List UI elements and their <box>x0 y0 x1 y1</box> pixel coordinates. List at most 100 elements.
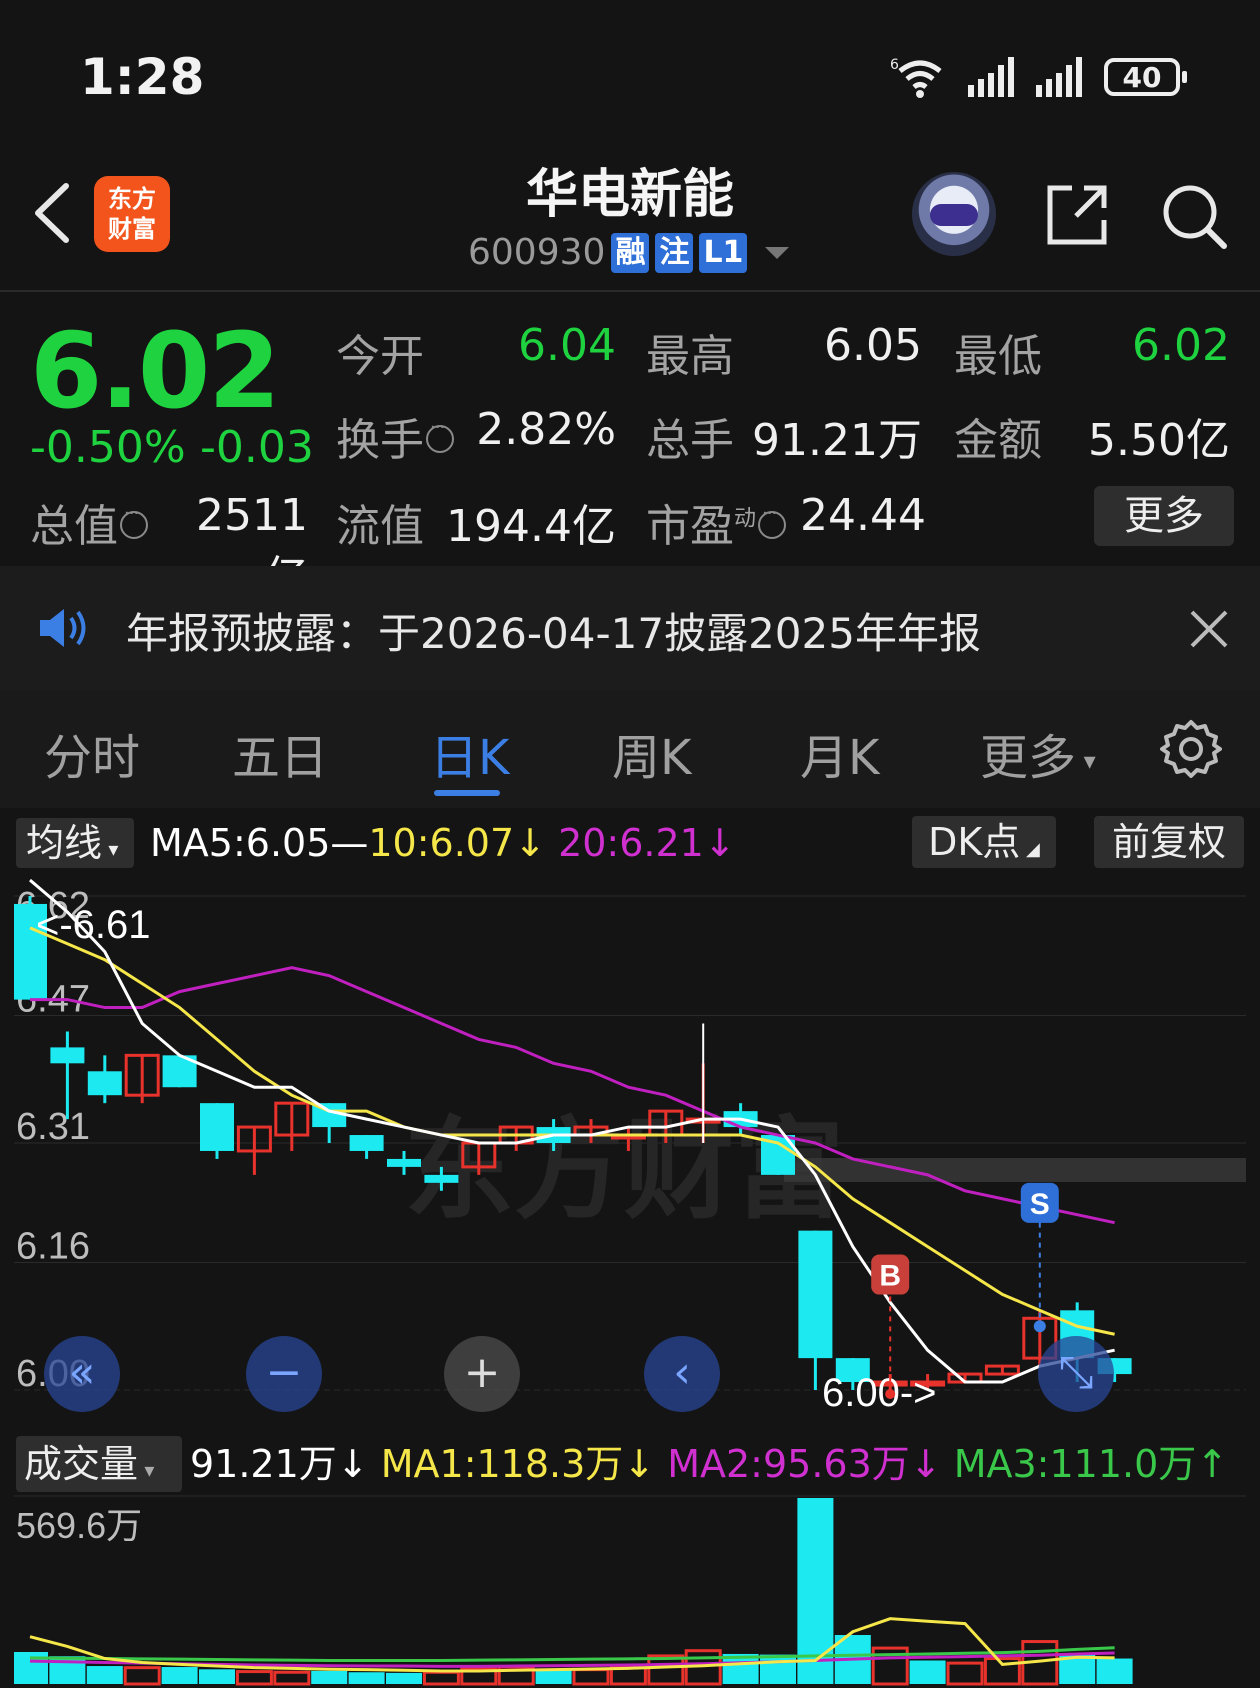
buy-marker-dot <box>885 1389 896 1399</box>
pressure-band <box>784 1158 1246 1182</box>
float-mv-value: 194.4亿 <box>446 501 616 552</box>
turnover-label[interactable]: 换手 <box>336 404 454 468</box>
stock-code-row[interactable]: 600930 融 注 L1 <box>468 232 790 273</box>
info-icon <box>758 503 787 539</box>
volume-ma2: MA2:95.63万↓ <box>667 1442 942 1486</box>
status-time: 1:28 <box>80 48 205 106</box>
volume-ma1: MA1:118.3万↓ <box>380 1442 656 1486</box>
volume-bar <box>86 1666 123 1684</box>
high-value: 6.05 <box>824 320 922 371</box>
open-value: 6.04 <box>518 320 616 371</box>
volume-bar <box>273 1670 311 1686</box>
y-tick-label: 6.16 <box>16 1226 90 1268</box>
notice-text: 年报预披露：于2026-04-17披露2025年年报 <box>126 609 981 658</box>
signal-icon-2 <box>1036 57 1082 97</box>
ma5-value: MA5:6.05— <box>150 821 369 865</box>
change-percent: -0.50% <box>30 422 186 473</box>
volume-bar <box>946 1661 984 1686</box>
sell-marker-label: S <box>1030 1188 1050 1221</box>
volume-label: 总手 <box>646 415 734 466</box>
volume-ma3: MA3:111.0万↑ <box>953 1442 1229 1486</box>
candle-body <box>87 1071 122 1096</box>
volume-legend: 91.21万↓ MA1:118.3万↓ MA2:95.63万↓ MA3:111.… <box>190 1436 1228 1492</box>
more-button[interactable]: 更多 <box>1094 486 1234 546</box>
share-icon[interactable] <box>1042 180 1112 250</box>
low-label: 最低 <box>954 331 1042 382</box>
candle-body <box>50 1047 85 1064</box>
volume-bar <box>199 1669 235 1684</box>
y-tick-label: 6.31 <box>16 1106 90 1148</box>
volume-bar <box>311 1670 348 1684</box>
signal-icon-1 <box>968 57 1014 97</box>
ma10-value: 10:6.07↓ <box>368 821 546 865</box>
volume-bar <box>348 1672 385 1684</box>
open-label: 今开 <box>336 331 424 382</box>
tab-daily-k[interactable]: 日K <box>430 718 509 788</box>
change-amount: -0.03 <box>200 422 314 473</box>
volume-bar <box>235 1670 273 1686</box>
zoom-in-icon[interactable]: + <box>444 1336 520 1412</box>
volume-value: 91.21万↓ <box>190 1442 369 1486</box>
tag-margin: 融 <box>611 232 650 273</box>
volume-bar <box>572 1668 610 1686</box>
pe-sup: 动 <box>734 506 757 532</box>
volume-bar <box>760 1654 796 1684</box>
tab-monthly-k[interactable]: 月K <box>800 718 879 788</box>
gear-icon[interactable] <box>1160 718 1222 780</box>
ma20-value: 20:6.21↓ <box>558 821 736 865</box>
search-icon[interactable] <box>1158 180 1230 252</box>
volume-value: 91.21万 <box>752 415 922 466</box>
ma-legend: MA5:6.05—10:6.07↓ 20:6.21↓ <box>150 818 736 868</box>
adjust-button[interactable]: 前复权 <box>1094 816 1244 868</box>
candle-body <box>200 1103 234 1151</box>
pe-label[interactable]: 市盈动 <box>646 490 787 554</box>
tab-five-day[interactable]: 五日 <box>232 718 328 788</box>
total-mv-label[interactable]: 总值 <box>30 490 148 554</box>
volume-bar <box>1096 1658 1133 1684</box>
expand-icon[interactable]: ⤡ <box>1038 1336 1114 1412</box>
candle-body <box>798 1230 833 1359</box>
amount-label: 金额 <box>954 415 1042 466</box>
scroll-left-icon[interactable]: ‹ <box>644 1336 720 1412</box>
buy-marker-label: B <box>879 1260 901 1293</box>
zoom-out-icon[interactable]: − <box>246 1336 322 1412</box>
wifi-badge: 6 <box>890 57 899 73</box>
kline-chart[interactable]: 6.626.476.316.166.00东方财富<-6.616.00->BS <box>14 878 1246 1416</box>
volume-ymax-label: 569.6万 <box>16 1505 142 1546</box>
tag-registered: 注 <box>655 232 694 273</box>
info-icon <box>426 417 454 453</box>
volume-bar <box>386 1672 422 1684</box>
active-tab-indicator <box>434 790 500 796</box>
scroll-left-fast-icon[interactable]: « <box>44 1336 120 1412</box>
sell-marker-dot <box>1033 1320 1046 1333</box>
candle-body <box>387 1158 421 1167</box>
chevron-down-icon <box>765 246 790 259</box>
tag-level: L1 <box>699 232 748 273</box>
volume-bar <box>609 1666 647 1686</box>
tab-weekly-k[interactable]: 周K <box>612 718 691 788</box>
wifi-icon: 6 <box>890 57 942 98</box>
min-price-label: 6.00-> <box>822 1371 937 1415</box>
avatar-visor <box>930 204 978 226</box>
pe-value: 24.44 <box>800 490 926 541</box>
volume-chart[interactable]: 569.6万 <box>14 1494 1246 1688</box>
current-price: 6.02 <box>30 310 281 432</box>
tab-intraday[interactable]: 分时 <box>44 718 140 788</box>
ma-dropdown[interactable]: 均线 ▾ <box>16 818 134 868</box>
volume-bar <box>161 1667 198 1684</box>
volume-bar <box>422 1670 460 1686</box>
battery-icon: 40 <box>1104 58 1187 96</box>
tab-more[interactable]: 更多 ▾ <box>980 718 1096 788</box>
dk-point-button[interactable]: DK点 ◢ <box>912 816 1056 868</box>
volume-dropdown[interactable]: 成交量 ▾ <box>16 1436 182 1492</box>
volume-bar <box>909 1660 946 1684</box>
speaker-icon <box>40 609 86 647</box>
volume-ma3-line <box>29 1646 1115 1662</box>
stock-code: 600930 <box>468 232 606 273</box>
low-value: 6.02 <box>1132 320 1230 371</box>
close-icon[interactable] <box>1188 608 1230 650</box>
candle-body <box>424 1174 459 1183</box>
turnover-value: 2.82% <box>476 404 616 455</box>
max-price-label: <-6.61 <box>36 903 151 947</box>
header-divider <box>0 290 1260 292</box>
